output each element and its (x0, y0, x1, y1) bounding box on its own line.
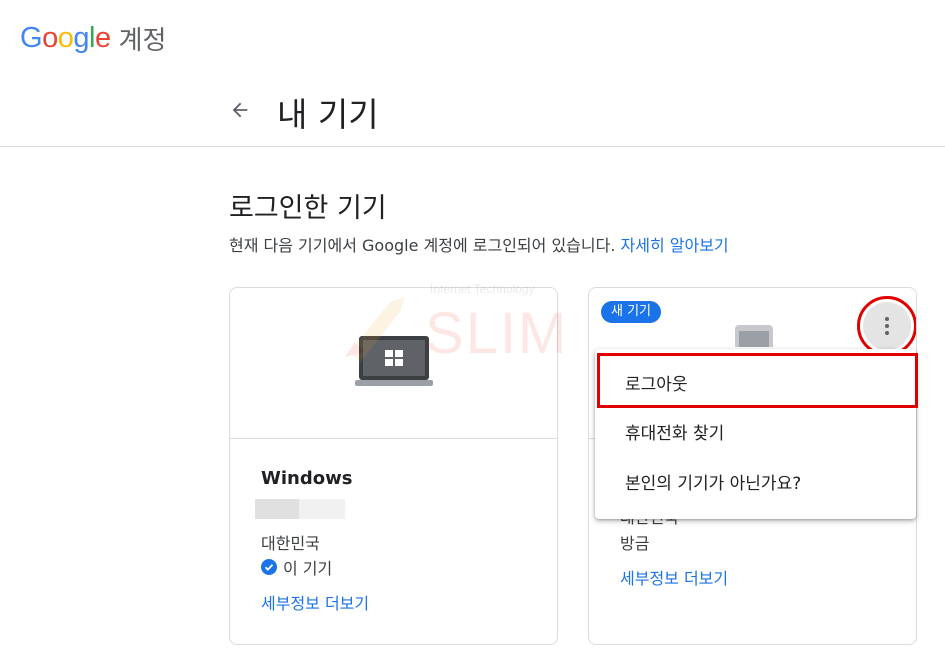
top-bar: Google 계정 (0, 0, 945, 70)
menu-item-find-phone[interactable]: 휴대전화 찾기 (595, 406, 916, 456)
logo-letter: o (57, 21, 74, 54)
this-device-status: 이 기기 (261, 555, 332, 579)
section-title: 로그인한 기기 (229, 193, 387, 224)
logo-letter: o (42, 21, 58, 54)
laptop-windows-icon (355, 336, 433, 386)
page-title: 내 기기 (277, 95, 379, 134)
check-circle-icon (261, 559, 277, 575)
google-account-logo[interactable]: Google 계정 (20, 18, 166, 58)
more-details-link[interactable]: 세부정보 더보기 (620, 565, 728, 589)
device-location: 대한민국 (261, 534, 320, 553)
device-name: Windows (261, 468, 353, 489)
arrow-back-icon (232, 102, 248, 118)
menu-item-sign-out[interactable]: 로그아웃 (595, 357, 916, 407)
more-options-button[interactable] (857, 296, 916, 356)
logo-letter: G (20, 21, 43, 54)
new-device-badge: 새 기기 (601, 301, 662, 323)
this-device-label: 이 기기 (283, 559, 333, 578)
redacted-info (255, 499, 345, 519)
device-options-menu: 로그아웃 휴대전화 찾기 본인의 기기가 아닌가요? (595, 349, 916, 519)
learn-more-link[interactable]: 자세히 알아보기 (621, 236, 729, 255)
account-label: 계정 (118, 25, 167, 56)
more-details-link[interactable]: 세부정보 더보기 (261, 590, 369, 614)
highlight-circle (857, 296, 916, 356)
google-logo: Google (20, 22, 111, 55)
logo-letter: e (94, 21, 111, 54)
back-button[interactable] (224, 94, 256, 126)
device-card-windows[interactable]: Windows 대한민국 이 기기 세부정보 더보기 (229, 287, 558, 645)
device-image-area (230, 288, 557, 439)
logo-letter: g (73, 21, 89, 54)
page-header: 내 기기 (0, 70, 945, 147)
phone-icon (735, 325, 773, 347)
section-description: 현재 다음 기기에서 Google 계정에 로그인되어 있습니다. 자세히 알아… (229, 232, 729, 256)
menu-item-not-your-device[interactable]: 본인의 기기가 아닌가요? (595, 456, 916, 506)
description-text: 현재 다음 기기에서 Google 계정에 로그인되어 있습니다. (229, 236, 616, 255)
device-last-seen: 방금 (620, 534, 650, 553)
